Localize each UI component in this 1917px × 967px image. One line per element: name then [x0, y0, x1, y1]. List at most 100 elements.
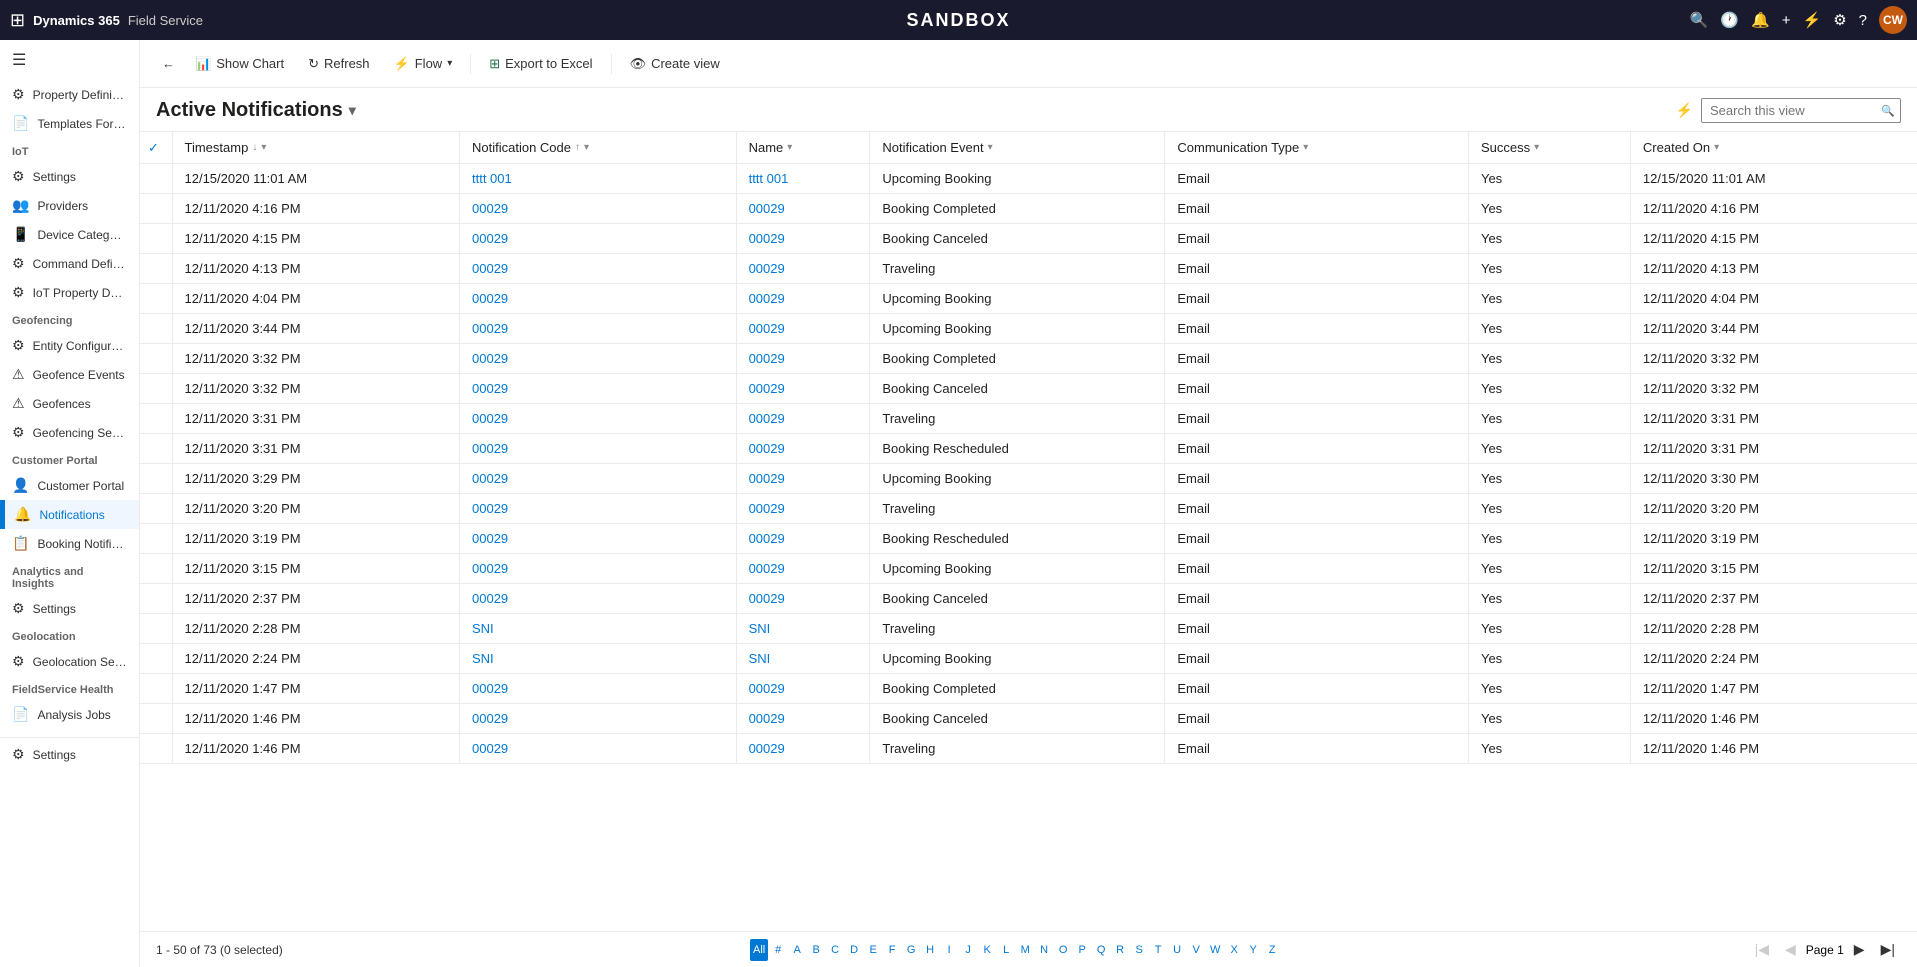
row-code-13[interactable]: 00029	[460, 554, 737, 584]
row-checkbox-15[interactable]	[140, 614, 172, 644]
code-link-6[interactable]: 00029	[472, 351, 508, 366]
col-dropdown-icon[interactable]: ▾	[1534, 142, 1539, 153]
alpha-btn-g[interactable]: G	[902, 939, 920, 961]
alpha-btn-all[interactable]: All	[750, 939, 768, 961]
row-code-8[interactable]: 00029	[460, 404, 737, 434]
sidebar-item-command-def[interactable]: ⚙ Command Definiti...	[0, 249, 139, 278]
select-all-header[interactable]: ✓	[140, 132, 172, 164]
row-checkbox-9[interactable]	[140, 434, 172, 464]
search-icon[interactable]: 🔍	[1690, 11, 1709, 29]
code-link-18[interactable]: 00029	[472, 711, 508, 726]
row-name-16[interactable]: SNI	[736, 644, 870, 674]
code-link-13[interactable]: 00029	[472, 561, 508, 576]
row-name-14[interactable]: 00029	[736, 584, 870, 614]
sidebar-item-iot-property-def[interactable]: ⚙ IoT Property Defi...	[0, 278, 139, 307]
row-checkbox-14[interactable]	[140, 584, 172, 614]
row-checkbox-2[interactable]	[140, 224, 172, 254]
row-name-11[interactable]: 00029	[736, 494, 870, 524]
row-name-0[interactable]: tttt 001	[736, 164, 870, 194]
row-checkbox-7[interactable]	[140, 374, 172, 404]
help-icon[interactable]: ?	[1859, 12, 1867, 29]
refresh-button[interactable]: ↻ Refresh	[298, 51, 379, 77]
notifications-icon[interactable]: 🔔	[1751, 11, 1770, 29]
name-link-18[interactable]: 00029	[749, 711, 785, 726]
first-page-button[interactable]: |◀	[1749, 939, 1775, 960]
code-link-8[interactable]: 00029	[472, 411, 508, 426]
row-code-12[interactable]: 00029	[460, 524, 737, 554]
code-link-16[interactable]: SNI	[472, 651, 494, 666]
row-checkbox-16[interactable]	[140, 644, 172, 674]
hamburger-menu[interactable]: ☰	[0, 40, 139, 80]
row-code-3[interactable]: 00029	[460, 254, 737, 284]
show-chart-button[interactable]: 📊 Show Chart	[185, 51, 294, 77]
alpha-btn-u[interactable]: U	[1168, 939, 1186, 961]
name-link-17[interactable]: 00029	[749, 681, 785, 696]
code-link-9[interactable]: 00029	[472, 441, 508, 456]
avatar[interactable]: CW	[1879, 6, 1907, 34]
apps-icon[interactable]: ⊞	[10, 10, 25, 31]
name-link-15[interactable]: SNI	[749, 621, 771, 636]
code-link-1[interactable]: 00029	[472, 201, 508, 216]
name-link-10[interactable]: 00029	[749, 471, 785, 486]
back-button[interactable]: ←	[156, 51, 181, 76]
name-link-5[interactable]: 00029	[749, 321, 785, 336]
code-link-14[interactable]: 00029	[472, 591, 508, 606]
code-link-5[interactable]: 00029	[472, 321, 508, 336]
row-code-9[interactable]: 00029	[460, 434, 737, 464]
row-name-8[interactable]: 00029	[736, 404, 870, 434]
code-link-11[interactable]: 00029	[472, 501, 508, 516]
row-checkbox-1[interactable]	[140, 194, 172, 224]
alpha-btn-p[interactable]: P	[1073, 939, 1091, 961]
alpha-btn-n[interactable]: N	[1035, 939, 1053, 961]
row-code-0[interactable]: tttt 001	[460, 164, 737, 194]
row-code-11[interactable]: 00029	[460, 494, 737, 524]
row-code-4[interactable]: 00029	[460, 284, 737, 314]
export-excel-button[interactable]: ⊞ Export to Excel	[479, 51, 602, 77]
col-dropdown-icon[interactable]: ▾	[1714, 142, 1719, 153]
col-created-on[interactable]: Created On ▾	[1630, 132, 1917, 164]
name-link-7[interactable]: 00029	[749, 381, 785, 396]
search-input[interactable]	[1701, 98, 1901, 123]
row-checkbox-17[interactable]	[140, 674, 172, 704]
alpha-btn-o[interactable]: O	[1054, 939, 1072, 961]
name-link-8[interactable]: 00029	[749, 411, 785, 426]
row-code-14[interactable]: 00029	[460, 584, 737, 614]
col-notification-code[interactable]: Notification Code ↑ ▾	[460, 132, 737, 164]
row-name-6[interactable]: 00029	[736, 344, 870, 374]
row-checkbox-12[interactable]	[140, 524, 172, 554]
code-link-3[interactable]: 00029	[472, 261, 508, 276]
alpha-btn-c[interactable]: C	[826, 939, 844, 961]
name-link-3[interactable]: 00029	[749, 261, 785, 276]
name-link-13[interactable]: 00029	[749, 561, 785, 576]
recent-icon[interactable]: 🕐	[1720, 11, 1739, 29]
col-communication-type[interactable]: Communication Type ▾	[1165, 132, 1469, 164]
alpha-btn-i[interactable]: I	[940, 939, 958, 961]
alpha-btn-s[interactable]: S	[1130, 939, 1148, 961]
row-code-2[interactable]: 00029	[460, 224, 737, 254]
code-link-10[interactable]: 00029	[472, 471, 508, 486]
sidebar-item-settings-bottom[interactable]: ⚙ Settings	[0, 737, 139, 769]
name-link-6[interactable]: 00029	[749, 351, 785, 366]
name-link-16[interactable]: SNI	[749, 651, 771, 666]
prev-page-button[interactable]: ◀	[1779, 939, 1802, 960]
alpha-btn-x[interactable]: X	[1225, 939, 1243, 961]
alpha-btn-r[interactable]: R	[1111, 939, 1129, 961]
view-filter-icon[interactable]: ⚡	[1676, 102, 1693, 119]
row-name-2[interactable]: 00029	[736, 224, 870, 254]
last-page-button[interactable]: ▶|	[1875, 939, 1901, 960]
sidebar-item-analytics-settings[interactable]: ⚙ Settings	[0, 594, 139, 623]
row-code-15[interactable]: SNI	[460, 614, 737, 644]
row-checkbox-13[interactable]	[140, 554, 172, 584]
col-success[interactable]: Success ▾	[1468, 132, 1630, 164]
alpha-btn-t[interactable]: T	[1149, 939, 1167, 961]
row-name-3[interactable]: 00029	[736, 254, 870, 284]
name-link-0[interactable]: tttt 001	[749, 171, 789, 186]
alpha-btn-v[interactable]: V	[1187, 939, 1205, 961]
code-link-2[interactable]: 00029	[472, 231, 508, 246]
row-name-7[interactable]: 00029	[736, 374, 870, 404]
view-title-dropdown-icon[interactable]: ▾	[349, 102, 356, 119]
code-link-4[interactable]: 00029	[472, 291, 508, 306]
name-link-12[interactable]: 00029	[749, 531, 785, 546]
row-code-16[interactable]: SNI	[460, 644, 737, 674]
next-page-button[interactable]: ▶	[1848, 939, 1871, 960]
